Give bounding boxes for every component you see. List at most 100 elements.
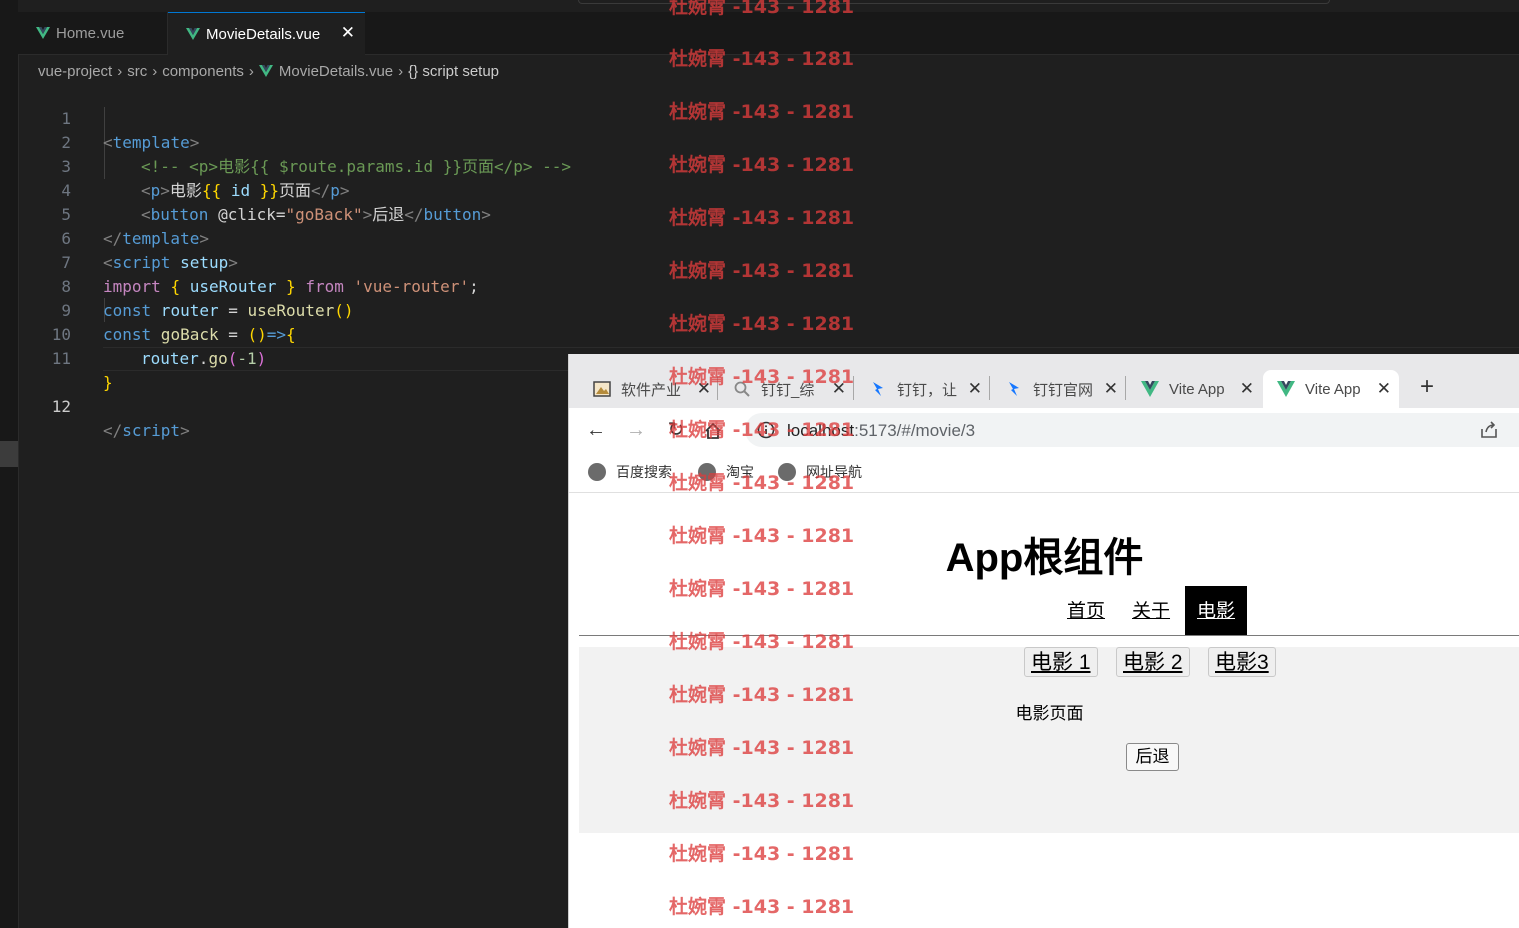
browser-tab[interactable]: 软件产业 ✕	[569, 370, 719, 408]
breadcrumb-item[interactable]: src	[127, 63, 147, 80]
chevron-right-icon: ›	[117, 62, 123, 80]
close-icon[interactable]: ✕	[968, 379, 982, 399]
activity-indicator	[0, 441, 18, 467]
code-token: </	[103, 421, 123, 440]
tab-divider	[717, 376, 718, 400]
browser-tab[interactable]: 钉钉，让 ✕	[855, 370, 990, 408]
vue-icon	[1141, 381, 1159, 397]
tab-label: 钉钉官网	[1033, 381, 1093, 399]
tab-label: MovieDetails.vue	[206, 25, 321, 43]
code-line: 10 router.go(-1)	[18, 299, 1519, 368]
tab-divider	[989, 376, 990, 400]
nav-link-home[interactable]: 首页	[1067, 586, 1105, 636]
browser-tab[interactable]: 钉钉官网 ✕	[991, 370, 1126, 408]
back-arrow-icon[interactable]: ←	[584, 418, 608, 442]
tab-label: Vite App	[1305, 380, 1361, 398]
bookmark-item[interactable]: 网址导航	[778, 462, 862, 482]
browser-tab[interactable]: 钉钉_综 ✕	[719, 370, 854, 408]
code-line: 2 <!-- <p>电影{{ $route.params.id }}页面</p>…	[18, 107, 1519, 176]
tab-moviedetails-vue[interactable]: MovieDetails.vue ✕	[168, 12, 365, 55]
chevron-right-icon: ›	[248, 62, 254, 80]
close-icon[interactable]: ✕	[1377, 379, 1391, 399]
page-content: App根组件 首页 关于 电影 电影 1 电影 2 电影3 电影页面 后退	[569, 493, 1519, 928]
movie-1-link[interactable]: 电影 1	[1024, 647, 1098, 677]
bookmark-item[interactable]: 淘宝	[698, 462, 754, 482]
globe-icon	[698, 463, 716, 481]
tab-divider	[853, 376, 854, 400]
share-icon[interactable]	[1479, 421, 1499, 439]
code-line: 5 </template>	[18, 179, 1519, 248]
code-line: 8 const router = useRouter()	[18, 251, 1519, 320]
line-number: 12	[51, 397, 71, 416]
tab-label: 钉钉，让	[897, 381, 957, 399]
code-line: 11 }	[18, 323, 1519, 392]
bookmark-label: 百度搜索	[616, 464, 672, 480]
tab-divider	[1125, 376, 1126, 400]
close-icon[interactable]: ✕	[832, 379, 846, 399]
code-token: >	[180, 421, 190, 440]
url-host: localhost	[787, 421, 855, 440]
movie-3-link[interactable]: 电影3	[1208, 647, 1276, 677]
close-icon[interactable]: ✕	[1104, 379, 1118, 399]
search-icon	[734, 381, 750, 397]
page-title: App根组件	[945, 536, 1144, 580]
forward-arrow-icon[interactable]: →	[624, 418, 648, 442]
breadcrumb: vue-project › src › components › MovieDetai…	[38, 60, 499, 82]
code-token: }	[103, 373, 113, 392]
breadcrumb-item[interactable]: MovieDetails.vue	[279, 63, 393, 80]
url-field[interactable]: localhost:5173/#/movie/3	[745, 413, 1519, 447]
vue-icon	[1277, 381, 1295, 397]
browser-tab[interactable]: Vite App ✕	[1127, 370, 1262, 408]
globe-icon	[778, 463, 796, 481]
browser-tab-active[interactable]: Vite App ✕	[1263, 370, 1399, 408]
url-path: :5173/#/movie/3	[854, 421, 976, 440]
nav-link-about[interactable]: 关于	[1132, 586, 1170, 636]
code-token: script	[122, 421, 181, 440]
dingtalk-icon	[873, 382, 883, 396]
browser-tab-strip: 软件产业 ✕ 钉钉_综 ✕ 钉钉，让 ✕ 钉钉官网 ✕ Vite App ✕ V…	[569, 354, 1519, 408]
bookmarks-bar: 百度搜索 淘宝 网址导航	[569, 452, 1519, 493]
title-bar	[18, 0, 1519, 12]
chevron-right-icon: ›	[398, 62, 404, 80]
bookmark-label: 淘宝	[726, 464, 754, 480]
browser-window: 软件产业 ✕ 钉钉_综 ✕ 钉钉，让 ✕ 钉钉官网 ✕ Vite App ✕ V…	[568, 354, 1519, 928]
new-tab-button[interactable]: +	[1415, 370, 1439, 404]
vue-icon	[36, 27, 50, 39]
breadcrumb-item[interactable]: {} script setup	[408, 63, 499, 80]
divider	[579, 635, 1519, 636]
tab-label: Vite App	[1169, 380, 1225, 398]
tab-label: Home.vue	[56, 24, 125, 42]
back-button[interactable]: 后退	[1126, 743, 1179, 771]
code-line: 9 const goBack = ()=>{	[18, 275, 1519, 344]
url-text: localhost:5173/#/movie/3	[787, 421, 975, 441]
info-icon[interactable]	[757, 421, 775, 439]
code-line: 3 <p>电影{{ id }}页面</p>	[18, 131, 1519, 200]
breadcrumb-item[interactable]: vue-project	[38, 63, 112, 80]
editor-tab-bar: Home.vue MovieDetails.vue ✕	[18, 12, 1519, 55]
code-line: 6 <script setup>	[18, 203, 1519, 272]
home-icon[interactable]	[704, 422, 722, 440]
bookmark-item[interactable]: 百度搜索	[588, 462, 672, 482]
chevron-right-icon: ›	[152, 62, 158, 80]
close-icon[interactable]: ✕	[697, 379, 711, 399]
nav-link-movie[interactable]: 电影	[1185, 586, 1248, 636]
movie-2-link[interactable]: 电影 2	[1116, 647, 1190, 677]
activity-bar	[0, 0, 19, 928]
command-center[interactable]	[578, 0, 1330, 4]
router-nav: 首页 关于 电影	[569, 586, 1519, 638]
vue-icon	[258, 65, 273, 77]
code-line: 4 <button @click="goBack">后退</button>	[18, 155, 1519, 224]
tab-home-vue[interactable]: Home.vue	[18, 12, 168, 54]
code-line: 7 import { useRouter } from 'vue-router'…	[18, 227, 1519, 296]
movie-section: 电影 1 电影 2 电影3 电影页面 后退	[579, 647, 1519, 833]
address-bar-row: ← → ↻ localhost:5173/#/movie/3	[569, 408, 1519, 452]
reload-icon[interactable]: ↻	[664, 418, 688, 442]
breadcrumb-item[interactable]: components	[162, 63, 244, 80]
tab-label: 软件产业	[621, 381, 681, 399]
image-icon	[593, 381, 611, 397]
dingtalk-icon	[1009, 382, 1019, 396]
close-icon[interactable]: ✕	[341, 23, 355, 43]
close-icon[interactable]: ✕	[1240, 379, 1254, 399]
globe-icon	[588, 463, 606, 481]
vue-icon	[186, 28, 200, 40]
